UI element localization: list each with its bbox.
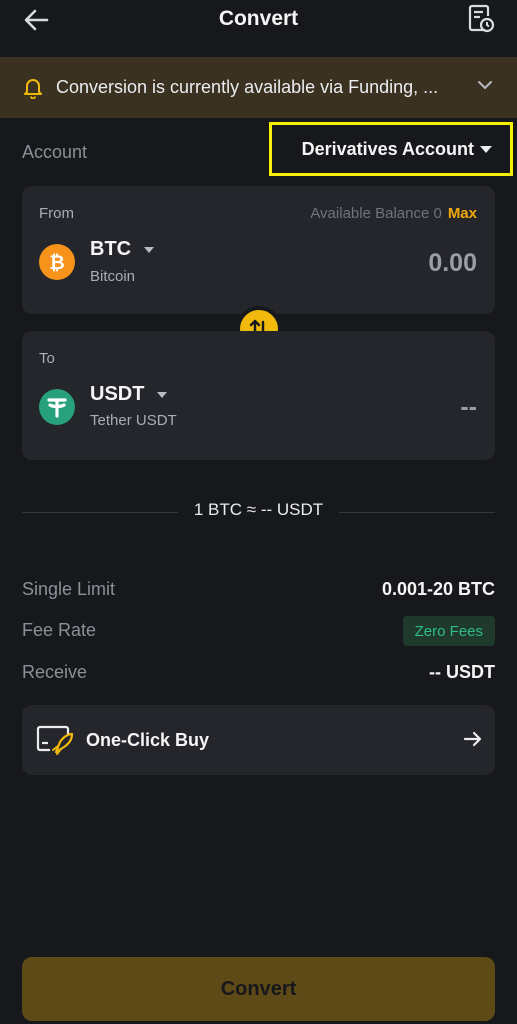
- to-amount: --: [460, 393, 477, 421]
- from-label: From: [39, 205, 74, 222]
- from-amount-input[interactable]: 0.00: [428, 249, 477, 278]
- convert-button[interactable]: Convert: [22, 957, 495, 1021]
- banner-text: Conversion is currently available via Fu…: [56, 77, 439, 97]
- receive-value: -- USDT: [429, 662, 495, 682]
- account-selector[interactable]: Derivatives Account: [269, 122, 513, 176]
- one-click-buy-button[interactable]: One-Click Buy: [22, 705, 495, 775]
- page-title: Convert: [218, 7, 299, 30]
- available-balance: Available Balance 0 Max: [310, 205, 477, 222]
- notice-banner[interactable]: Conversion is currently available via Fu…: [0, 57, 517, 118]
- fee-rate-label: Fee Rate: [22, 620, 97, 640]
- order-history-button[interactable]: [463, 2, 499, 36]
- to-card: To USDT Tether USDT --: [22, 331, 495, 460]
- zero-fees-badge: Zero Fees: [402, 616, 495, 646]
- exchange-rate-text: 1 BTC ≈ -- USDT: [193, 500, 324, 519]
- account-selected-value: Derivatives Account: [301, 138, 474, 159]
- chevron-down-icon[interactable]: [477, 79, 493, 91]
- caret-down-icon: [480, 145, 492, 153]
- svg-text:₿: ₿: [49, 252, 64, 274]
- to-coin-name: Tether USDT: [90, 412, 177, 429]
- receive-label: Receive: [22, 662, 88, 682]
- account-label: Account: [22, 142, 88, 162]
- top-bar: Convert: [0, 0, 517, 56]
- account-row: Account Derivatives Account: [0, 118, 517, 186]
- single-limit-label: Single Limit: [22, 579, 116, 599]
- order-history-icon: [468, 4, 495, 33]
- exchange-rate: 1 BTC ≈ -- USDT: [22, 500, 495, 524]
- divider: [339, 512, 495, 513]
- arrow-right-icon: [463, 731, 482, 747]
- to-label: To: [39, 350, 55, 367]
- bitcoin-icon: ₿: [39, 244, 75, 280]
- max-button[interactable]: Max: [448, 205, 477, 222]
- one-click-buy-label: One-Click Buy: [86, 730, 210, 750]
- from-card: From Available Balance 0 Max ₿ BTC Bitcoi…: [22, 186, 495, 314]
- tether-icon: [39, 389, 75, 425]
- caret-down-icon[interactable]: [157, 392, 167, 398]
- bell-icon: [24, 78, 42, 99]
- single-limit-value: 0.001-20 BTC: [381, 579, 495, 599]
- from-coin-name: Bitcoin: [90, 268, 136, 285]
- from-coin-selector[interactable]: BTC: [90, 238, 131, 261]
- rocket-card-icon: [36, 725, 74, 755]
- available-balance-text: Available Balance 0: [310, 205, 442, 222]
- caret-down-icon[interactable]: [144, 247, 154, 253]
- to-coin-selector[interactable]: USDT: [90, 383, 144, 406]
